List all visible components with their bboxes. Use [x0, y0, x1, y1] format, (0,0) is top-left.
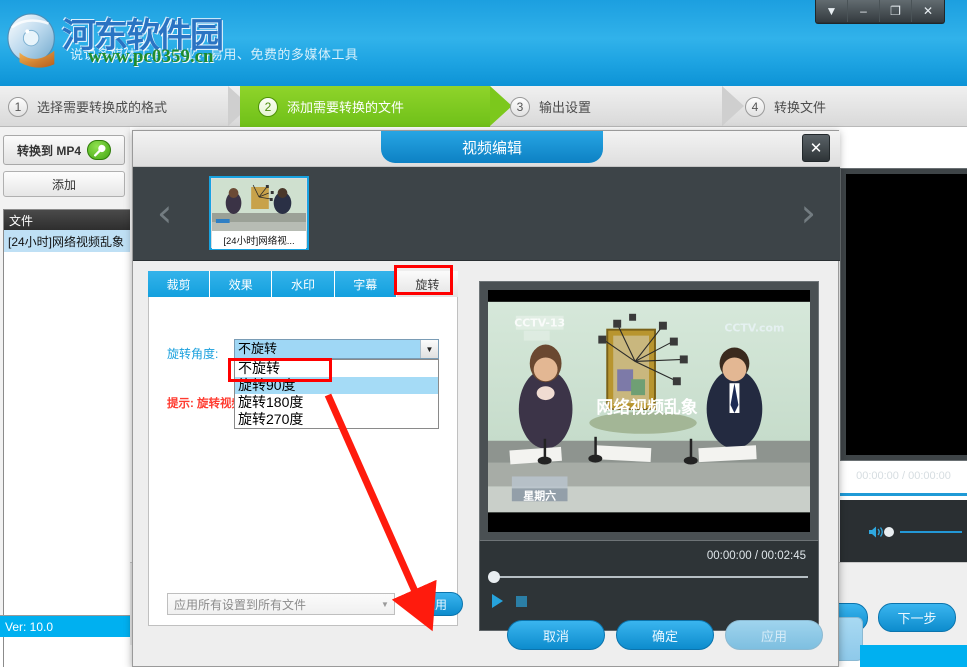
step-4-label: 转换文件: [774, 100, 827, 115]
chevron-left-icon[interactable]: ‹: [157, 191, 172, 235]
tab-effects[interactable]: 效果: [210, 271, 273, 297]
rotate-option-3[interactable]: 旋转270度: [235, 411, 438, 428]
sidebar: 转换到 MP4 添加 文件 [24小时]网络视频乱象 Ver: 10.0: [0, 127, 130, 667]
dialog-footer: 取消 确定 应用: [133, 609, 840, 666]
step-3-number: 3: [510, 96, 530, 117]
dialog-close-icon[interactable]: ✕: [802, 134, 830, 162]
preview-seek-knob[interactable]: [488, 571, 500, 583]
wrench-icon: [87, 140, 111, 160]
app-window: 说说多媒体工具·专业、易用、免费的多媒体工具 河东软件园 www.pc0359.…: [0, 0, 967, 667]
rotate-option-0[interactable]: 不旋转: [235, 360, 438, 377]
rotate-angle-value: 不旋转: [235, 340, 420, 358]
tab-subtitle[interactable]: 字幕: [334, 271, 397, 297]
app-header: 说说多媒体工具·专业、易用、免费的多媒体工具 河东软件园 www.pc0359.…: [0, 0, 967, 86]
preview-seek-track[interactable]: [492, 576, 808, 578]
step-2-label: 添加需要转换的文件: [287, 100, 405, 115]
background-preview-screen: [846, 174, 967, 455]
background-preview-frame: [840, 168, 967, 461]
thumbnail-strip: ‹ › [24小时]网络视...: [133, 167, 840, 261]
apply-button[interactable]: 应用: [725, 620, 823, 650]
step-2-number: 2: [258, 96, 278, 117]
maximize-icon[interactable]: ❐: [880, 0, 912, 22]
thumbnail-caption: [24小时]网络视...: [212, 231, 306, 249]
editor-tabs: 裁剪 效果 水印 字幕 旋转: [148, 271, 459, 297]
step-4[interactable]: 4 转换文件: [745, 86, 945, 127]
app-logo-icon: [7, 13, 55, 68]
step-1-number: 1: [8, 96, 28, 117]
chevron-down-icon[interactable]: ▼: [420, 340, 438, 358]
file-list-item[interactable]: [24小时]网络视频乱象: [4, 230, 130, 252]
step-2[interactable]: 2 添加需要转换的文件: [240, 86, 490, 127]
stop-icon[interactable]: [516, 596, 527, 607]
convert-to-button[interactable]: 转换到 MP4: [3, 135, 125, 165]
background-volume-row: [840, 524, 967, 540]
tab-rotate[interactable]: 旋转: [396, 271, 459, 297]
confirm-button[interactable]: 确定: [616, 620, 714, 650]
status-bar-version: Ver: 10.0: [0, 615, 130, 637]
thumbnail-item[interactable]: [24小时]网络视...: [209, 176, 309, 250]
rotate-angle-dropdown[interactable]: 不旋转 旋转90度 旋转180度 旋转270度: [234, 359, 439, 429]
next-step-button[interactable]: 下一步: [878, 603, 956, 632]
tab-watermark[interactable]: 水印: [272, 271, 335, 297]
speaker-icon[interactable]: [868, 525, 886, 539]
preview-frame: 网络视频乱象 CCTV-13 CCTV.com 星期六: [479, 281, 819, 541]
window-controls: ▼ – ❐ ✕: [815, 0, 945, 24]
background-seek-bar[interactable]: [840, 493, 967, 496]
step-1[interactable]: 1 选择需要转换成的格式: [8, 86, 238, 127]
step-1-label: 选择需要转换成的格式: [37, 100, 168, 115]
file-list[interactable]: 文件 [24小时]网络视频乱象: [3, 209, 130, 667]
file-column-header: 文件: [4, 210, 130, 230]
rotate-option-2[interactable]: 旋转180度: [235, 394, 438, 411]
play-icon[interactable]: [492, 594, 503, 608]
editor-panel: 旋转角度: 不旋转 ▼ 不旋转 旋转90度 旋转180度 旋转270度 提示: …: [148, 297, 463, 626]
minimize-icon[interactable]: –: [848, 0, 880, 22]
convert-to-label: 转换到 MP4: [16, 143, 81, 158]
preview-time-readout: 00:00:00 / 00:02:45: [706, 550, 806, 562]
svg-text:网络视频乱象: 网络视频乱象: [596, 397, 697, 417]
watermark-url: www.pc0359.cn: [88, 46, 214, 67]
chevron-right-icon[interactable]: ›: [801, 191, 816, 235]
background-status-strip: [860, 645, 967, 667]
svg-text:CCTV-13: CCTV-13: [514, 317, 565, 330]
tab-crop[interactable]: 裁剪: [148, 271, 211, 297]
step-divider-3: [722, 86, 744, 126]
rotate-angle-label: 旋转角度:: [167, 347, 219, 361]
background-player-time: 00:00:00 / 00:00:00: [856, 470, 951, 482]
thumbnail-image: [212, 179, 306, 231]
cancel-button[interactable]: 取消: [507, 620, 605, 650]
step-divider-2: [490, 86, 512, 126]
step-4-number: 4: [745, 96, 765, 117]
rotate-angle-combo[interactable]: 不旋转 ▼: [234, 339, 439, 359]
chevron-down-icon[interactable]: ▼: [376, 600, 394, 609]
svg-text:星期六: 星期六: [523, 488, 556, 502]
dialog-title: 视频编辑: [381, 131, 603, 163]
svg-text:CCTV.com: CCTV.com: [724, 322, 784, 335]
menu-chevron-icon[interactable]: ▼: [816, 0, 848, 22]
step-3[interactable]: 3 输出设置: [510, 86, 710, 127]
step-3-label: 输出设置: [539, 100, 592, 115]
rotate-option-1[interactable]: 旋转90度: [235, 377, 438, 394]
add-file-button[interactable]: 添加: [3, 171, 125, 197]
preview-video[interactable]: 网络视频乱象 CCTV-13 CCTV.com 星期六: [488, 290, 810, 532]
close-icon[interactable]: ✕: [912, 0, 944, 22]
video-edit-dialog: 视频编辑 ✕ ‹ › [24小时]网络视... 旋转角度: 不旋转 ▼ 不旋转 …: [132, 130, 840, 667]
step-bar: 1 选择需要转换成的格式 2 添加需要转换的文件 3 输出设置 4 转换文件: [0, 86, 967, 127]
